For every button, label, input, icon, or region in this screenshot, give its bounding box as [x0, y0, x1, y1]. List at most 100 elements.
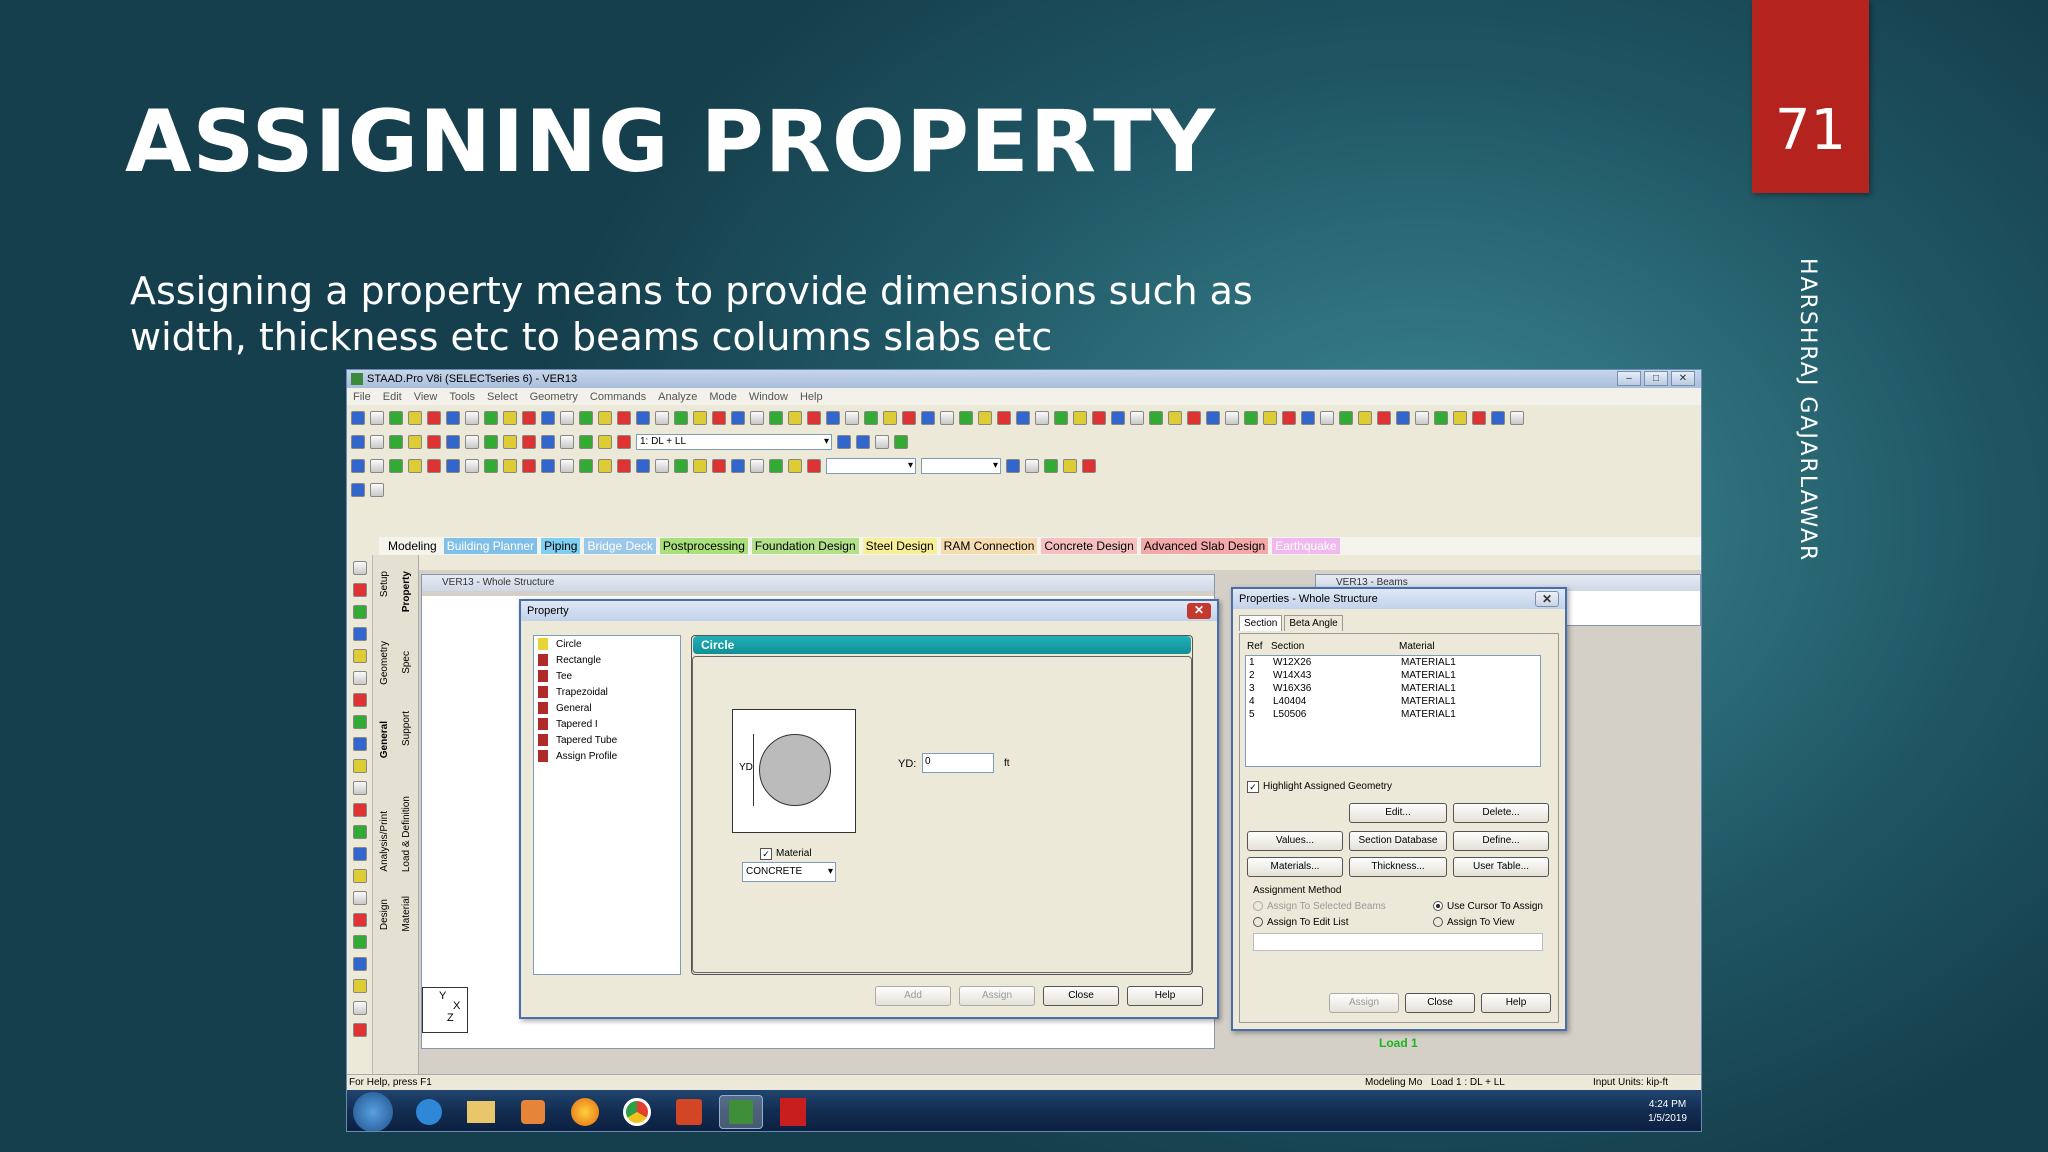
menu-item-geometry[interactable]: Geometry: [530, 391, 578, 403]
assign-button[interactable]: Assign: [959, 986, 1035, 1006]
start-button[interactable]: [353, 1091, 393, 1131]
close-panel-button[interactable]: Close: [1405, 993, 1475, 1013]
close-icon[interactable]: ✕: [1187, 603, 1211, 619]
page-tab-postprocessing[interactable]: Postprocessing: [659, 538, 748, 554]
toolbar-button[interactable]: [465, 411, 479, 425]
toolbar-button[interactable]: [351, 483, 365, 497]
shape-item[interactable]: Tapered Tube: [534, 732, 680, 748]
cursor-tool-button[interactable]: [352, 979, 367, 993]
toolbar-button[interactable]: [598, 411, 612, 425]
toolbar-button[interactable]: [617, 435, 631, 449]
cursor-tool-button[interactable]: [352, 913, 367, 927]
toolbar-button[interactable]: [351, 459, 365, 473]
toolbar-button[interactable]: [351, 411, 365, 425]
toolbar-button[interactable]: [894, 435, 908, 449]
toolbar-button[interactable]: [541, 435, 555, 449]
toolbar-button[interactable]: [389, 411, 403, 425]
toolbar-button[interactable]: [389, 459, 403, 473]
toolbar-button[interactable]: [845, 411, 859, 425]
toolbar-button[interactable]: [598, 435, 612, 449]
toolbar-button[interactable]: [750, 459, 764, 473]
table-row[interactable]: 4 L40404 MATERIAL1: [1246, 695, 1540, 708]
powerpoint-icon[interactable]: [667, 1095, 711, 1129]
toolbar-button[interactable]: [446, 411, 460, 425]
maximize-button[interactable]: □: [1644, 371, 1668, 386]
toolbar-button[interactable]: [864, 411, 878, 425]
toolbar-button[interactable]: [731, 459, 745, 473]
section-database-button[interactable]: Section Database: [1349, 831, 1447, 851]
zoom-input[interactable]: [921, 458, 1001, 474]
cursor-tool-button[interactable]: [352, 1023, 367, 1037]
tab-beta-angle[interactable]: Beta Angle: [1284, 615, 1343, 631]
menu-item-help[interactable]: Help: [800, 391, 823, 403]
toolbar-button[interactable]: [1320, 411, 1334, 425]
toolbar-button[interactable]: [1063, 459, 1077, 473]
shape-item[interactable]: Tee: [534, 668, 680, 684]
cursor-tool-button[interactable]: [352, 935, 367, 949]
toolbar-button[interactable]: [579, 459, 593, 473]
chrome-icon[interactable]: [615, 1095, 659, 1129]
define-button[interactable]: Define...: [1453, 831, 1549, 851]
page-tab-foundation-design[interactable]: Foundation Design: [751, 538, 859, 554]
menu-item-edit[interactable]: Edit: [383, 391, 402, 403]
toolbar-button[interactable]: [959, 411, 973, 425]
toolbar-button[interactable]: [465, 459, 479, 473]
values-button[interactable]: Values...: [1247, 831, 1343, 851]
edit-button[interactable]: Edit...: [1349, 803, 1447, 823]
material-checkbox[interactable]: ✓: [760, 848, 772, 860]
menu-item-window[interactable]: Window: [749, 391, 788, 403]
page-tab-building-planner[interactable]: Building Planner: [443, 538, 538, 554]
toolbar-button[interactable]: [1130, 411, 1144, 425]
toolbar-button[interactable]: [370, 459, 384, 473]
toolbar-button[interactable]: [465, 435, 479, 449]
toolbar-button[interactable]: [902, 411, 916, 425]
tab-section[interactable]: Section: [1239, 615, 1283, 631]
shape-item[interactable]: General: [534, 700, 680, 716]
side-tab-material[interactable]: Material: [401, 896, 412, 932]
toolbar-button[interactable]: [769, 411, 783, 425]
menu-item-mode[interactable]: Mode: [709, 391, 737, 403]
delete-button[interactable]: Delete...: [1453, 803, 1549, 823]
toolbar-button[interactable]: [579, 411, 593, 425]
cursor-tool-button[interactable]: [352, 605, 367, 619]
toolbar-button[interactable]: [1092, 411, 1106, 425]
cursor-tool-button[interactable]: [352, 737, 367, 751]
toolbar-button[interactable]: [1377, 411, 1391, 425]
menu-item-commands[interactable]: Commands: [590, 391, 646, 403]
toolbar-button[interactable]: [674, 459, 688, 473]
page-tab-ram-connection[interactable]: RAM Connection: [940, 538, 1038, 554]
toolbar-button[interactable]: [446, 435, 460, 449]
toolbar-button[interactable]: [351, 435, 365, 449]
table-row[interactable]: 5 L50506 MATERIAL1: [1246, 708, 1540, 721]
table-row[interactable]: 2 W14X43 MATERIAL1: [1246, 669, 1540, 682]
help-icon[interactable]: [837, 435, 851, 449]
cursor-tool-button[interactable]: [352, 869, 367, 883]
staad-taskbar-icon[interactable]: [719, 1094, 763, 1129]
explorer-icon[interactable]: [459, 1095, 503, 1129]
toolbar-button[interactable]: [503, 411, 517, 425]
toolbar-button[interactable]: [560, 435, 574, 449]
shape-item[interactable]: Assign Profile: [534, 748, 680, 764]
toolbar-button[interactable]: [712, 411, 726, 425]
radio-selected-beams[interactable]: Assign To Selected Beams: [1253, 901, 1386, 912]
toolbar-button[interactable]: [788, 459, 802, 473]
toolbar-button[interactable]: [712, 459, 726, 473]
shape-list[interactable]: Circle Rectangle Tee Trapezoidal General Tape…: [533, 635, 681, 975]
side-tab-property[interactable]: Property: [401, 571, 412, 612]
toolbar-button[interactable]: [1187, 411, 1201, 425]
cursor-tool-button[interactable]: [352, 649, 367, 663]
toolbar-button[interactable]: [636, 459, 650, 473]
cursor-tool-button[interactable]: [352, 1001, 367, 1015]
radio-assign-view[interactable]: Assign To View: [1433, 917, 1514, 928]
toolbar-button[interactable]: [1396, 411, 1410, 425]
view-select[interactable]: [826, 458, 916, 474]
side-tab-general[interactable]: General: [379, 721, 390, 758]
toolbar-button[interactable]: [674, 411, 688, 425]
toolbar-button[interactable]: [370, 435, 384, 449]
toolbar-button[interactable]: [579, 435, 593, 449]
firefox-icon[interactable]: [563, 1095, 607, 1129]
toolbar-button[interactable]: [1168, 411, 1182, 425]
toolbar-button[interactable]: [693, 411, 707, 425]
page-tab-advanced-slab-design[interactable]: Advanced Slab Design: [1140, 538, 1269, 554]
toolbar-button[interactable]: [1510, 411, 1524, 425]
